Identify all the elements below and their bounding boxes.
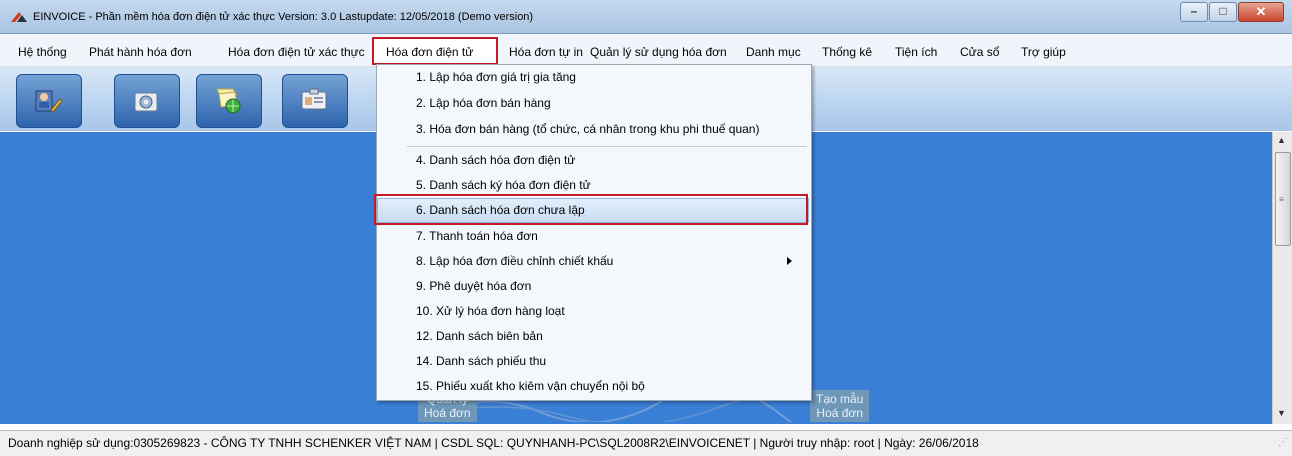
menu-danh-muc[interactable]: Danh mục: [746, 45, 801, 59]
status-bar: Doanh nghiệp sử dụng:0305269823 - CÔNG T…: [0, 430, 1292, 456]
maximize-button[interactable]: □: [1209, 2, 1237, 22]
menu-item-label: 9. Phê duyệt hóa đơn: [416, 279, 532, 293]
menu-item-lap-hoa-don-ban-hang[interactable]: 2. Lập hóa đơn bán hàng: [377, 91, 809, 116]
menu-item-label: 10. Xử lý hóa đơn hàng loạt: [416, 304, 565, 318]
user-edit-icon: [35, 90, 63, 113]
grip-icon: ≡: [1279, 195, 1284, 204]
menu-item-hoa-don-phi-thue-quan[interactable]: 3. Hóa đơn bán hàng (tổ chức, cá nhân tr…: [377, 117, 809, 142]
menu-hoa-don-tu-in[interactable]: Hóa đơn tự in: [509, 45, 583, 59]
maximize-icon: □: [1219, 4, 1227, 18]
status-text: Doanh nghiệp sử dụng:0305269823 - CÔNG T…: [8, 436, 979, 450]
vertical-scrollbar[interactable]: ▲ ≡ ▼: [1272, 132, 1292, 424]
menu-he-thong[interactable]: Hệ thống: [18, 45, 67, 59]
menu-item-phieu-xuat-kho[interactable]: 15. Phiếu xuất kho kiêm vận chuyển nội b…: [377, 374, 809, 399]
menu-phat-hanh-hoa-don[interactable]: Phát hành hóa đơn: [89, 45, 192, 59]
menu-quan-ly-su-dung-hoa-don[interactable]: Quản lý sử dụng hóa đơn: [590, 45, 727, 59]
settings-icon: [134, 92, 158, 112]
menu-item-label: 14. Danh sách phiếu thu: [416, 354, 547, 368]
menu-cua-so[interactable]: Cửa sổ: [960, 45, 999, 59]
window-title: EINVOICE - Phần mềm hóa đơn điện tử xác …: [33, 11, 534, 23]
menu-item-label: 7. Thanh toán hóa đơn: [416, 229, 538, 243]
scrollbar-thumb[interactable]: ≡: [1275, 152, 1291, 246]
window-controls: – □ ✕: [1179, 2, 1284, 22]
toolbar-publish-button[interactable]: [196, 74, 262, 128]
menu-tien-ich[interactable]: Tiện ích: [895, 45, 937, 59]
tile-tao-mau-hoa-don[interactable]: Tạo mẫu Hoá đơn: [810, 390, 870, 422]
menu-item-lap-hoa-don-gtgt[interactable]: 1. Lập hóa đơn giá trị gia tăng: [377, 65, 809, 90]
menu-item-phe-duyet[interactable]: 9. Phê duyệt hóa đơn: [377, 274, 809, 299]
menu-tro-giup[interactable]: Trợ giúp: [1021, 45, 1066, 59]
app-logo-icon: [11, 12, 27, 22]
resize-grip-icon[interactable]: ⋰: [1278, 437, 1288, 448]
menu-thong-ke[interactable]: Thống kê: [822, 45, 872, 59]
id-card-icon: [301, 88, 327, 110]
menu-hoa-don-dien-tu-xac-thuc[interactable]: Hóa đơn điện tử xác thực: [228, 45, 365, 59]
close-button[interactable]: ✕: [1238, 2, 1284, 22]
menu-hoa-don-dien-tu[interactable]: Hóa đơn điện tử: [386, 45, 473, 59]
selected-item-callout: [374, 194, 808, 225]
scroll-up-icon[interactable]: ▲: [1277, 135, 1286, 145]
publish-document-icon: [216, 88, 241, 114]
menu-separator: [407, 146, 807, 147]
menu-item-label: 3. Hóa đơn bán hàng (tổ chức, cá nhân tr…: [416, 122, 760, 136]
minimize-icon: –: [1190, 4, 1198, 18]
toolbar-settings-button[interactable]: [114, 74, 180, 128]
scroll-down-icon[interactable]: ▼: [1277, 408, 1286, 418]
menu-item-xu-ly-hang-loat[interactable]: 10. Xử lý hóa đơn hàng loạt: [377, 299, 809, 324]
menu-item-label: 1. Lập hóa đơn giá trị gia tăng: [416, 70, 576, 84]
menu-item-thanh-toan[interactable]: 7. Thanh toán hóa đơn: [377, 224, 809, 249]
toolbar-idcard-button[interactable]: [282, 74, 348, 128]
menu-item-danh-sach-phieu-thu[interactable]: 14. Danh sách phiếu thu: [377, 349, 809, 374]
menu-item-danh-sach-bien-ban[interactable]: 12. Danh sách biên bản: [377, 324, 809, 349]
menu-item-label: 15. Phiếu xuất kho kiêm vận chuyển nội b…: [416, 379, 645, 393]
dropdown-menu-hoa-don-dien-tu: 1. Lập hóa đơn giá trị gia tăng 2. Lập h…: [376, 64, 812, 401]
menu-item-label: 8. Lập hóa đơn điều chỉnh chiết khấu: [416, 254, 614, 268]
menu-item-label: 12. Danh sách biên bản: [416, 329, 543, 343]
toolbar-user-button[interactable]: [16, 74, 82, 128]
menu-item-danh-sach-hoa-don[interactable]: 4. Danh sách hóa đơn điện tử: [377, 148, 809, 173]
title-bar: EINVOICE - Phần mềm hóa đơn điện tử xác …: [0, 0, 1292, 34]
tile-tao-mau-hoa-don-label: Tạo mẫu Hoá đơn: [816, 392, 864, 420]
submenu-arrow-icon: [787, 257, 792, 265]
menu-item-label: 2. Lập hóa đơn bán hàng: [416, 96, 551, 110]
menu-item-dieu-chinh-chiet-khau[interactable]: 8. Lập hóa đơn điều chỉnh chiết khấu: [377, 249, 809, 274]
close-icon: ✕: [1255, 4, 1267, 19]
minimize-button[interactable]: –: [1180, 2, 1208, 22]
menu-item-label: 4. Danh sách hóa đơn điện tử: [416, 153, 576, 167]
